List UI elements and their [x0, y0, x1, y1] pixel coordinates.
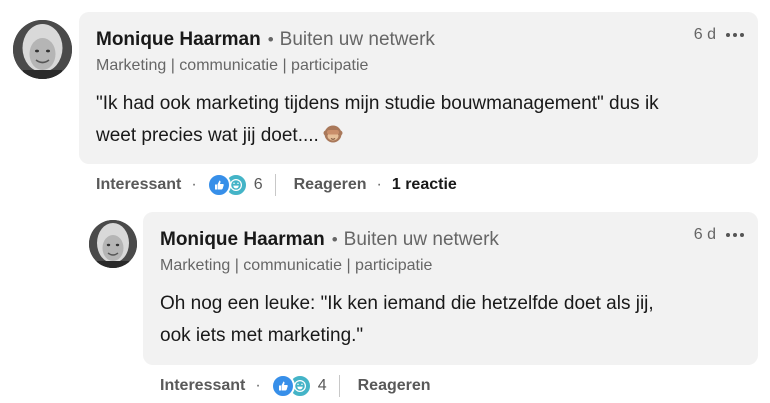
comment-text-line: "Ik had ook marketing tijdens mijn studi… [96, 93, 659, 114]
separator-dot: · [255, 377, 261, 394]
comment-actions: Interessant · 4 Reageren [160, 374, 431, 398]
separator-dot: · [376, 176, 382, 193]
author-line: Monique Haarman • Buiten uw netwerk [96, 29, 435, 51]
separator-dot: • [331, 230, 338, 249]
network-label: Buiten uw netwerk [279, 29, 435, 50]
reactions-summary[interactable]: 6 [206, 173, 263, 197]
comment-text: Oh nog een leuke: "Ik ken iemand die het… [160, 288, 750, 352]
timestamp: 6 d [693, 26, 716, 43]
reactions-summary[interactable]: 4 [270, 374, 327, 398]
reaction-count: 6 [253, 176, 263, 193]
divider [274, 174, 276, 196]
comment-text-line-2: weet precies wat jij doet.... [96, 120, 746, 155]
like-icon [270, 374, 295, 398]
avatar-photo [89, 220, 137, 268]
like-button[interactable]: Interessant [96, 176, 181, 194]
more-options-icon[interactable] [726, 233, 744, 237]
comment: Monique Haarman • Buiten uw netwerk 6 d Ma… [0, 0, 770, 200]
comment-actions: Interessant · 6 Reageren · 1 reactie [96, 173, 457, 197]
replies-count-link[interactable]: 1 reactie [392, 176, 457, 194]
reaction-count: 4 [317, 377, 327, 394]
like-icon [206, 173, 231, 197]
timestamp: 6 d [693, 226, 716, 243]
more-options-icon[interactable] [726, 33, 744, 37]
separator-dot: · [191, 176, 197, 193]
reply-button[interactable]: Reageren [294, 176, 367, 194]
network-label: Buiten uw netwerk [343, 229, 499, 250]
like-button[interactable]: Interessant [160, 377, 245, 395]
comment-bubble: Monique Haarman • Buiten uw netwerk 6 d Ma… [143, 212, 758, 365]
comment-meta: 6 d [694, 226, 744, 244]
avatar-photo [13, 20, 72, 79]
author-name[interactable]: Monique Haarman [160, 229, 325, 250]
comment-bubble: Monique Haarman • Buiten uw netwerk 6 d Ma… [79, 12, 758, 164]
comment-text-line: Oh nog een leuke: "Ik ken iemand die het… [160, 293, 654, 314]
comment-text: "Ik had ook marketing tijdens mijn studi… [96, 88, 746, 155]
see-no-evil-monkey-icon [323, 123, 343, 155]
comment-text-segment: weet precies wat jij doet.... [96, 125, 319, 146]
separator-dot: • [267, 30, 274, 49]
author-headline: Marketing | communicatie | participatie [96, 57, 369, 74]
avatar[interactable] [13, 20, 72, 79]
author-headline: Marketing | communicatie | participatie [160, 257, 433, 274]
comment-meta: 6 d [694, 26, 744, 44]
avatar[interactable] [89, 220, 137, 268]
comment-text-line-2: ook iets met marketing." [160, 325, 364, 346]
author-line: Monique Haarman • Buiten uw netwerk [160, 229, 499, 251]
divider [338, 375, 340, 397]
author-name[interactable]: Monique Haarman [96, 29, 261, 50]
reply-comment: Monique Haarman • Buiten uw netwerk 6 d Ma… [0, 200, 770, 403]
reply-button[interactable]: Reageren [358, 377, 431, 395]
